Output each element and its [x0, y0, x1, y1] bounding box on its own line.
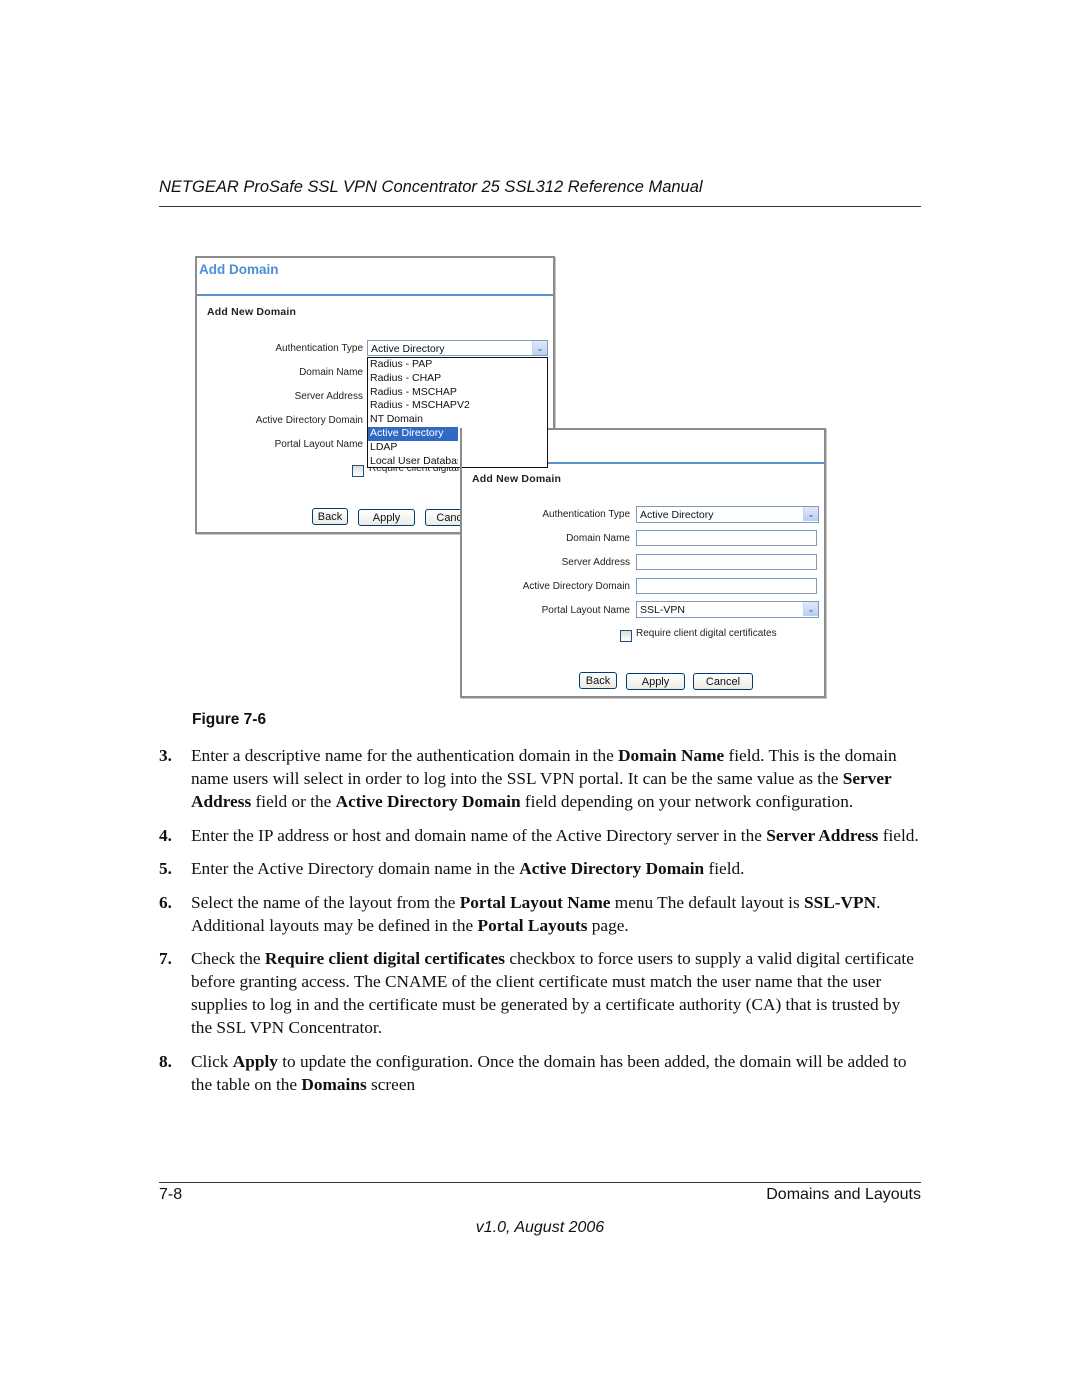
- emphasis-term: Require client digital certificates: [264, 949, 506, 968]
- step-item: 6. Select the name of the layout from the…: [159, 891, 921, 937]
- apply-button[interactable]: Apply: [626, 673, 685, 690]
- dropdown-option[interactable]: Radius - PAP: [368, 358, 547, 372]
- front-panel-overlap-mask: [460, 428, 462, 470]
- step-number: 5.: [159, 859, 172, 878]
- section-heading: Add New Domain: [207, 306, 297, 318]
- label-domain-name: Domain Name: [566, 533, 630, 544]
- dropdown-option[interactable]: Radius - MSCHAPV2: [368, 399, 547, 413]
- cancel-button[interactable]: Cancel: [693, 673, 753, 690]
- active-directory-domain-input[interactable]: [636, 578, 817, 594]
- chevron-down-icon[interactable]: ⌄: [803, 602, 818, 616]
- require-certificates-checkbox[interactable]: [620, 630, 632, 642]
- label-active-directory-domain: Active Directory Domain: [522, 581, 630, 592]
- chapter-title: Domains and Layouts: [766, 1186, 921, 1203]
- step-text: Select the name of the layout from the: [191, 892, 460, 912]
- step-text: Enter the IP address or host and domain …: [191, 825, 767, 845]
- authentication-type-select[interactable]: Active Directory ⌄: [636, 506, 819, 523]
- emphasis-term: Active Directory Domain: [335, 792, 521, 811]
- authentication-type-dropdown[interactable]: Radius - PAP Radius - CHAP Radius - MSCHAP…: [367, 357, 548, 468]
- back-button[interactable]: Back: [312, 508, 348, 525]
- label-domain-name: Domain Name: [299, 367, 363, 378]
- emphasis-term: Apply: [232, 1051, 278, 1071]
- label-active-directory-domain: Active Directory Domain: [255, 415, 363, 426]
- emphasis-term: Domain Name: [618, 746, 725, 765]
- selected-value: Active Directory: [371, 343, 445, 355]
- step-text: field.: [704, 859, 745, 878]
- section-heading: Add New Domain: [472, 473, 562, 485]
- step-text: to update the configuration. Once the do…: [191, 1051, 907, 1094]
- step-item: 5. Enter the Active Directory domain name…: [159, 857, 921, 880]
- dropdown-option[interactable]: LDAP: [368, 441, 458, 455]
- page-number: 7-8: [159, 1186, 183, 1203]
- label-server-address: Server Address: [294, 391, 363, 402]
- selected-value: Active Directory: [640, 509, 714, 521]
- label-portal-layout-name: Portal Layout Name: [274, 439, 363, 450]
- label-authentication-type: Authentication Type: [542, 509, 630, 520]
- emphasis-term: Portal Layouts: [477, 915, 588, 935]
- step-text: field depending on your network configur…: [520, 792, 854, 811]
- emphasis-term: Portal Layout Name: [459, 892, 611, 912]
- step-number: 7.: [159, 949, 172, 968]
- step-item: 7. Check the Require client digital certi…: [159, 947, 921, 1039]
- chevron-down-icon[interactable]: ⌄: [532, 341, 547, 355]
- step-item: 3. Enter a descriptive name for the authe…: [159, 744, 921, 813]
- panel-title-rule: [197, 294, 553, 296]
- instruction-steps: 3. Enter a descriptive name for the authe…: [159, 744, 921, 1106]
- add-domain-panel: Add Domain Add New Domain Authentication…: [460, 428, 826, 698]
- require-certificates-checkbox[interactable]: [352, 465, 364, 477]
- step-text: Check the: [191, 949, 265, 968]
- dropdown-option[interactable]: Active Directory: [368, 426, 458, 441]
- emphasis-term: Server Address: [766, 825, 879, 845]
- step-item: 8. Click Apply to update the configuratio…: [159, 1050, 921, 1096]
- dropdown-option[interactable]: Local User Database: [368, 455, 458, 469]
- require-certificates-label: Require client digital certificates: [636, 628, 777, 639]
- step-number: 4.: [159, 825, 172, 845]
- step-text: menu The default layout is: [610, 892, 805, 912]
- running-header: NETGEAR ProSafe SSL VPN Concentrator 25 …: [159, 178, 703, 196]
- step-text: Enter the Active Directory domain name i…: [191, 859, 520, 878]
- portal-layout-select[interactable]: SSL-VPN ⌄: [636, 601, 819, 618]
- emphasis-term: Domains: [301, 1074, 367, 1094]
- step-number: 6.: [159, 892, 172, 912]
- dropdown-option[interactable]: NT Domain: [368, 413, 547, 427]
- panel-title: Add Domain: [199, 262, 279, 277]
- step-text: screen: [366, 1074, 416, 1094]
- label-authentication-type: Authentication Type: [275, 343, 363, 354]
- chevron-down-icon[interactable]: ⌄: [803, 507, 818, 521]
- footer-rule: [159, 1182, 921, 1183]
- step-number: 8.: [159, 1051, 172, 1071]
- emphasis-term: Active Directory Domain: [519, 859, 705, 878]
- version-date: v1.0, August 2006: [475, 1219, 605, 1236]
- apply-button[interactable]: Apply: [358, 509, 415, 526]
- domain-name-input[interactable]: [636, 530, 817, 546]
- server-address-input[interactable]: [636, 554, 817, 570]
- step-text: Click: [191, 1051, 233, 1071]
- step-text: field.: [878, 825, 919, 845]
- label-server-address: Server Address: [561, 557, 630, 568]
- step-text: Enter a descriptive name for the authent…: [191, 746, 619, 765]
- dropdown-option[interactable]: Radius - CHAP: [368, 372, 547, 386]
- authentication-type-select[interactable]: Active Directory ⌄: [367, 340, 548, 356]
- back-button[interactable]: Back: [579, 672, 617, 689]
- selected-value: SSL-VPN: [640, 604, 685, 616]
- header-rule: [159, 206, 921, 207]
- step-item: 4. Enter the IP address or host and domai…: [159, 824, 921, 847]
- step-text: page.: [587, 915, 629, 935]
- emphasis-term: SSL-VPN: [804, 892, 877, 912]
- step-number: 3.: [159, 746, 172, 765]
- label-portal-layout-name: Portal Layout Name: [541, 605, 630, 616]
- dropdown-option[interactable]: Radius - MSCHAP: [368, 386, 547, 400]
- figure-caption: Figure 7-6: [192, 711, 267, 728]
- step-text: field or the: [251, 792, 336, 811]
